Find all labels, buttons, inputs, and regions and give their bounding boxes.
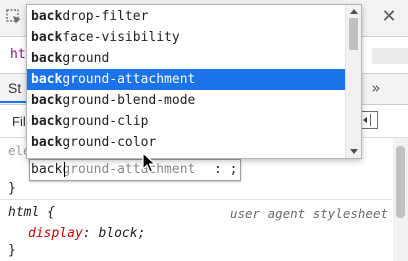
inspect-element-icon[interactable] (6, 9, 22, 25)
autocomplete-item-rest: drop-filter (62, 9, 149, 24)
autocomplete-list: backdrop-filter backface-visibility backgr… (27, 6, 345, 153)
autocomplete-item-match: back (31, 93, 63, 108)
rule-divider (0, 199, 392, 200)
active-tab-indicator (0, 101, 28, 103)
breadcrumb-overflow (372, 48, 408, 64)
rule-close-brace: } (8, 243, 16, 258)
close-icon[interactable]: ✕ (377, 5, 401, 29)
scroll-down-arrow-icon[interactable] (350, 149, 358, 154)
autocomplete-item-match: back (31, 30, 63, 45)
mouse-cursor-icon (142, 152, 156, 173)
autocomplete-item[interactable]: background (27, 48, 345, 69)
declaration-property: display (28, 226, 83, 241)
rule-origin: user agent stylesheet (229, 206, 388, 221)
chevron-double-right-icon[interactable]: » (366, 77, 386, 99)
element-style-close-brace: } (8, 181, 16, 196)
autocomplete-item[interactable]: backdrop-filter (27, 6, 345, 27)
autocomplete-item-rest: ground-color (62, 135, 157, 150)
tab-styles[interactable]: St (8, 80, 21, 96)
declaration-semicolon: ; (137, 226, 146, 241)
autocomplete-item[interactable]: background-blend-mode (27, 90, 345, 111)
autocomplete-item[interactable]: backface-visibility (27, 27, 345, 48)
property-editor-text[interactable]: background-attachment (31, 162, 195, 177)
autocomplete-item-match: back (31, 51, 63, 66)
autocomplete-item[interactable]: background-clip (27, 111, 345, 132)
declaration-value: block (98, 226, 138, 241)
rule-selector[interactable]: html { (8, 205, 55, 220)
styles-scrollbar-thumb[interactable] (396, 146, 405, 218)
autocomplete-item-match: back (31, 9, 63, 24)
autocomplete-item[interactable]: background-attachment (27, 69, 345, 90)
autocomplete-item-rest: ground-blend-mode (62, 93, 196, 108)
declaration-colon: : (82, 226, 91, 241)
filter-input[interactable]: Fil (12, 114, 26, 129)
autocomplete-item-rest: ground-clip (62, 114, 149, 129)
rule-declaration[interactable]: display: block; (28, 226, 145, 241)
autocomplete-item-match: back (31, 72, 63, 87)
autocomplete-item-rest: ground (62, 51, 110, 66)
text-caret (64, 162, 65, 177)
property-value-placeholder: : ; (214, 162, 238, 177)
inline-completion: ground-attachment (62, 162, 196, 177)
autocomplete-item-match: back (31, 135, 63, 150)
typed-text: back (31, 162, 63, 177)
autocomplete-popup: backdrop-filter backface-visibility backgr… (26, 4, 362, 159)
autocomplete-item-rest: ground-attachment (62, 72, 196, 87)
autocomplete-item-match: back (31, 114, 63, 129)
autocomplete-scrollbar-thumb[interactable] (349, 18, 358, 50)
scroll-up-arrow-icon[interactable] (350, 9, 358, 14)
autocomplete-item-rest: face-visibility (62, 30, 180, 45)
autocomplete-scrollbar[interactable] (345, 5, 361, 158)
devtools-window: ✕ htm St » Fil element.style { } html { … (0, 0, 408, 261)
autocomplete-item[interactable]: background-color (27, 132, 345, 153)
